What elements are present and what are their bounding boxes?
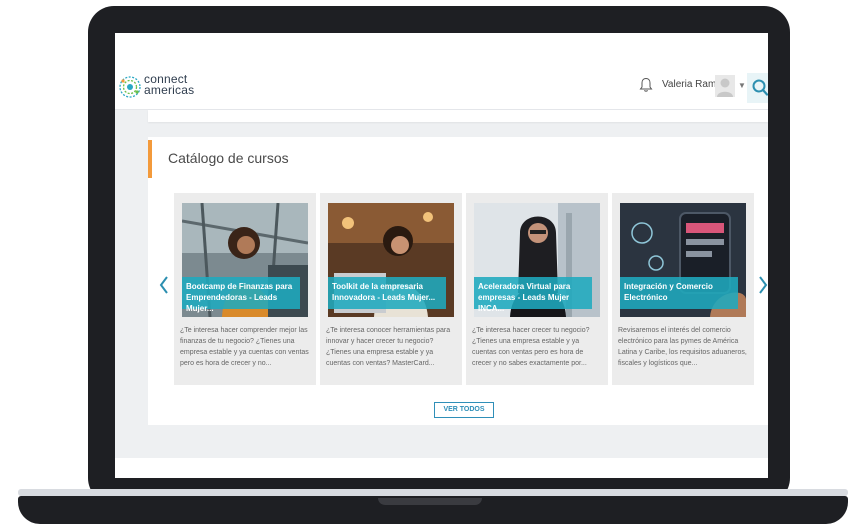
- search-icon: [752, 79, 768, 96]
- avatar[interactable]: [715, 75, 735, 97]
- chevron-down-icon[interactable]: ▼: [738, 81, 746, 90]
- user-avatar-icon: [717, 78, 733, 97]
- search-button[interactable]: [747, 73, 768, 103]
- chevron-left-icon: [159, 276, 168, 294]
- course-description: Revisaremos el interés del comercio elec…: [618, 327, 747, 367]
- course-description: ¿Te interesa conocer herramientas para i…: [326, 327, 451, 367]
- view-all-button[interactable]: VER TODOS: [434, 402, 494, 418]
- browser-screen: connect americas Valeria Ramos ▼ Catálog…: [115, 33, 768, 478]
- top-panel-strip: [148, 110, 768, 122]
- course-description: ¿Te interesa hacer comprender mejor las …: [180, 327, 309, 367]
- course-card[interactable]: Integración y Comercio Electrónico Revis…: [612, 193, 754, 385]
- course-card[interactable]: Aceleradora Virtual para empresas - Lead…: [466, 193, 608, 385]
- course-card[interactable]: Bootcamp de Finanzas para Emprendedoras …: [174, 193, 316, 385]
- course-title[interactable]: Integración y Comercio Electrónico: [620, 277, 738, 309]
- section-title: Catálogo de cursos: [168, 150, 289, 166]
- course-description: ¿Te interesa hacer crecer tu negocio? ¿T…: [472, 327, 590, 367]
- bell-icon[interactable]: [639, 77, 653, 93]
- site-header: connect americas Valeria Ramos ▼: [115, 65, 768, 110]
- course-image[interactable]: Aceleradora Virtual para empresas - Lead…: [474, 203, 600, 317]
- course-title[interactable]: Aceleradora Virtual para empresas - Lead…: [474, 277, 592, 313]
- laptop-notch: [378, 498, 482, 505]
- brand-wordmark[interactable]: connect americas: [144, 73, 195, 97]
- course-card[interactable]: Toolkit de la empresaria Innovadora - Le…: [320, 193, 462, 385]
- chevron-right-icon: [759, 276, 768, 294]
- laptop-base-edge: [18, 489, 848, 496]
- brand-line2: americas: [144, 83, 195, 97]
- section-accent-bar: [148, 140, 152, 178]
- course-image[interactable]: Toolkit de la empresaria Innovadora - Le…: [328, 203, 454, 317]
- course-catalog-section: Catálogo de cursos Bootcamp de Finanzas …: [148, 137, 768, 425]
- course-title[interactable]: Toolkit de la empresaria Innovadora - Le…: [328, 277, 446, 309]
- course-title[interactable]: Bootcamp de Finanzas para Emprendedoras …: [182, 277, 300, 313]
- carousel-next-arrow[interactable]: [757, 275, 768, 299]
- course-image[interactable]: Bootcamp de Finanzas para Emprendedoras …: [182, 203, 308, 317]
- carousel-prev-arrow[interactable]: [158, 275, 170, 299]
- connect-americas-logo-icon[interactable]: [118, 75, 142, 99]
- course-image[interactable]: Integración y Comercio Electrónico: [620, 203, 746, 317]
